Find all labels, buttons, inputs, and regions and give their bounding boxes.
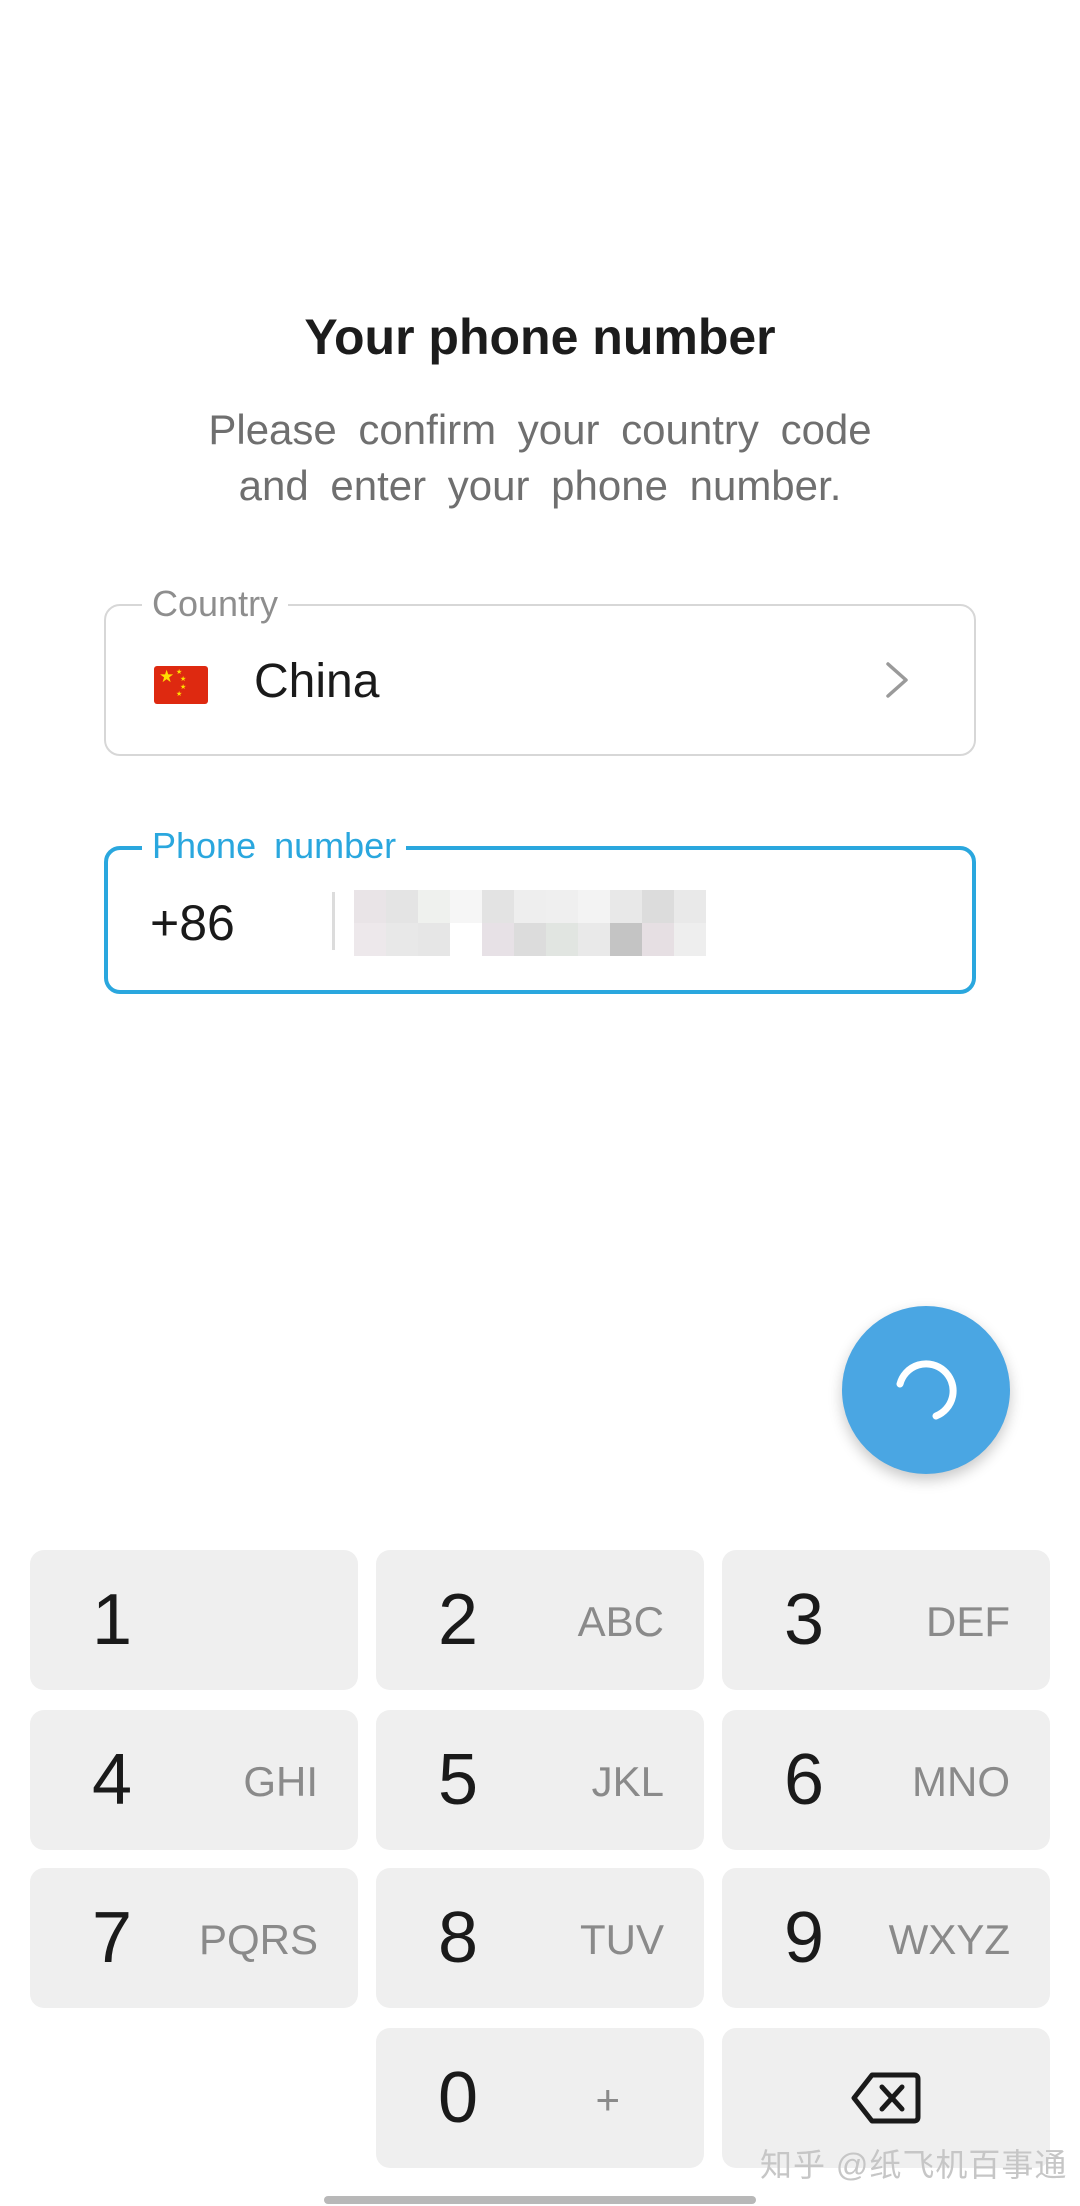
keypad-key-2[interactable]: 2 ABC bbox=[376, 1550, 704, 1690]
key-letters: TUV bbox=[580, 1916, 664, 1963]
keypad-key-1[interactable]: 1 bbox=[30, 1550, 358, 1690]
phone-number-label: Phone number bbox=[142, 826, 407, 866]
country-code[interactable]: +86 bbox=[150, 894, 235, 952]
keypad-key-9[interactable]: 9 WXYZ bbox=[722, 1868, 1050, 2008]
key-letters: GHI bbox=[243, 1758, 318, 1805]
key-digit: 5 bbox=[438, 1740, 479, 1820]
key-digit: 1 bbox=[92, 1580, 133, 1660]
keypad-key-4[interactable]: 4 GHI bbox=[30, 1710, 358, 1850]
key-letters: ABC bbox=[577, 1598, 664, 1645]
country-selector[interactable]: Country ★ ★ ★ ★ ★ China bbox=[104, 584, 976, 756]
key-letters: JKL bbox=[591, 1758, 664, 1805]
field-divider bbox=[332, 892, 335, 950]
key-letters: DEF bbox=[926, 1598, 1010, 1645]
key-digit: 9 bbox=[784, 1898, 825, 1978]
key-digit: 8 bbox=[438, 1898, 479, 1978]
key-digit: 2 bbox=[438, 1580, 479, 1660]
country-label: Country bbox=[142, 584, 289, 624]
keypad-key-8[interactable]: 8 TUV bbox=[376, 1868, 704, 2008]
backspace-icon bbox=[851, 2072, 921, 2124]
key-digit: 0 bbox=[438, 2058, 479, 2138]
key-letters: PQRS bbox=[198, 1916, 318, 1963]
china-flag-icon: ★ ★ ★ ★ ★ bbox=[154, 666, 208, 704]
phone-number-field[interactable]: Phone number +86 bbox=[104, 826, 976, 994]
keypad-key-3[interactable]: 3 DEF bbox=[722, 1550, 1050, 1690]
keypad-key-7[interactable]: 7 PQRS bbox=[30, 1868, 358, 2008]
loading-spinner-icon bbox=[896, 1360, 957, 1420]
home-indicator[interactable] bbox=[324, 2196, 756, 2204]
key-digit: 6 bbox=[784, 1740, 825, 1820]
key-digit: 7 bbox=[92, 1898, 133, 1978]
keypad-key-0[interactable]: 0 + bbox=[376, 2028, 704, 2168]
key-letters: + bbox=[595, 2076, 620, 2123]
country-value: China bbox=[254, 655, 380, 708]
keypad-key-5[interactable]: 5 JKL bbox=[376, 1710, 704, 1850]
key-letters: WXYZ bbox=[888, 1916, 1010, 1963]
watermark: 知乎 @纸飞机百事通 bbox=[760, 2147, 1068, 2183]
key-digit: 4 bbox=[92, 1740, 133, 1820]
key-digit: 3 bbox=[784, 1580, 825, 1660]
key-letters: MNO bbox=[912, 1758, 1010, 1805]
keypad-key-6[interactable]: 6 MNO bbox=[722, 1710, 1050, 1850]
phone-number-input[interactable] bbox=[354, 890, 706, 956]
chevron-right-icon bbox=[886, 662, 908, 698]
phone-login-screen: Your phone number Please confirm your co… bbox=[0, 0, 1080, 2206]
page-title: Your phone number bbox=[304, 309, 776, 365]
next-button[interactable] bbox=[842, 1306, 1010, 1474]
page-subtitle: Please confirm your country code and ent… bbox=[208, 406, 872, 509]
